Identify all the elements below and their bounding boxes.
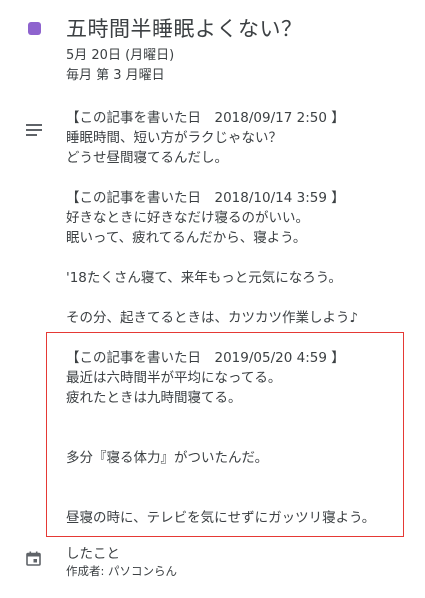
event-title: 五時間半睡眠よくない？ [66,17,303,41]
event-color-indicator [28,22,41,35]
description-line: 【この記事を書いた日 2018/09/17 2:50 】 [66,110,345,126]
description-line: どうせ昼間寝てるんだし。 [66,150,228,166]
event-creator: 作成者: パソコンらん [66,563,177,579]
description-line [66,288,406,308]
description-line [66,248,406,268]
event-recurrence: 毎月 第 3 月曜日 [66,68,165,83]
event-date: 5月 20日 (月曜日) [66,48,175,63]
description-line: '18たくさん寝て、来年もっと元気になろう。 [66,270,342,286]
description-line: 睡眠時間、短い方がラクじゃない？ [66,130,282,146]
calendar-icon [26,551,41,566]
creator-name: パソコンらん [108,564,178,578]
description-line: 好きなときに好きなだけ寝るのがいい。 [66,210,309,226]
description-icon [26,124,42,136]
creator-label: 作成者: [66,564,105,578]
description-line: 眠いって、疲れてるんだから、寝よう。 [66,230,307,246]
description-line: その分、起きてるときは、カツカツ作業しよう♪ [66,310,359,326]
calendar-name: したこと [66,546,120,562]
description-line: 【この記事を書いた日 2018/10/14 3:59 】 [66,190,345,206]
description-line [66,168,406,188]
highlight-box [46,332,404,537]
